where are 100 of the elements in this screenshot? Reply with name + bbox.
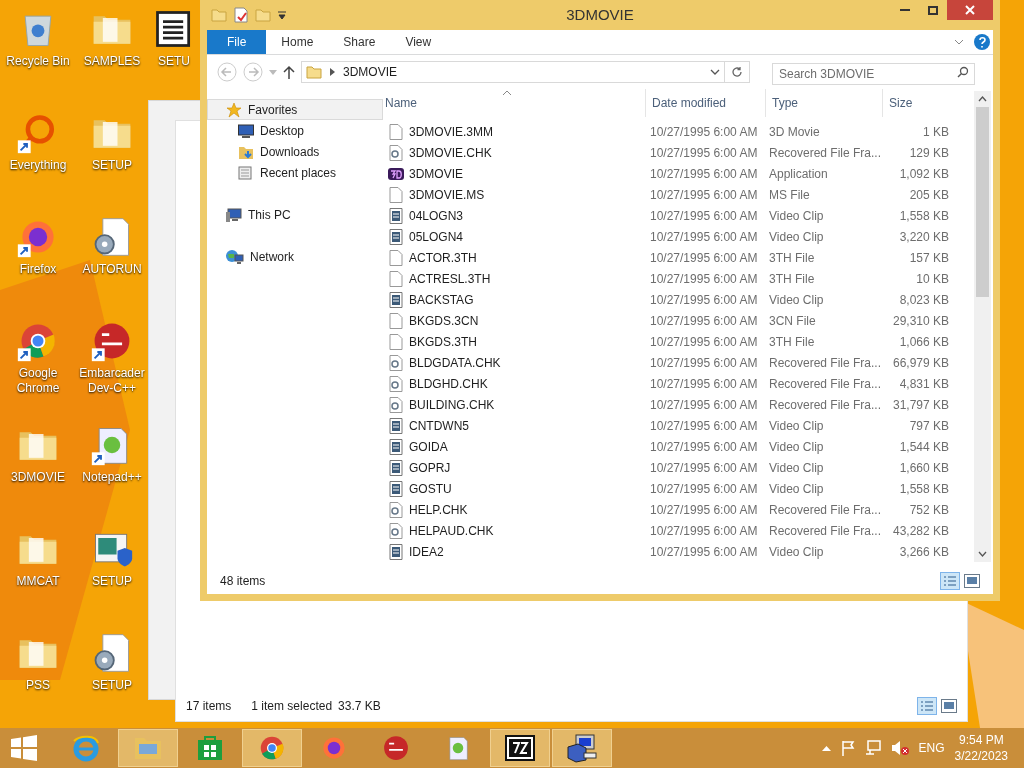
column-header[interactable]: Date modified	[646, 89, 766, 117]
file-type: 3D Movie	[768, 123, 821, 141]
search-icon[interactable]	[957, 66, 969, 78]
file-row[interactable]: HELPAUD.CHK 10/27/1995 6:00 AM Recovered File Fra... 43,282 KB	[383, 520, 993, 541]
file-row[interactable]: 3DMOVIE.3MM 10/27/1995 6:00 AM 3D Movie 1 KB	[383, 121, 993, 142]
tiles-view-icon[interactable]	[941, 699, 957, 713]
file-row[interactable]: CNTDWN5 10/27/1995 6:00 AM Video Clip 797 KB	[383, 415, 993, 436]
ribbon-tab[interactable]: View	[390, 30, 447, 54]
file-type: MS File	[768, 186, 811, 204]
file-type: 3TH File	[768, 249, 816, 267]
computer-icon	[226, 206, 242, 223]
up-arrow-icon[interactable]	[283, 65, 295, 79]
chevron-down-icon[interactable]	[710, 69, 720, 75]
file-row[interactable]: BKGDS.3CN 10/27/1995 6:00 AM 3CN File 29,310 KB	[383, 310, 993, 331]
date-modified: 10/27/1995 6:00 AM	[649, 543, 759, 561]
file-type: Video Clip	[768, 228, 825, 246]
nav-item[interactable]: Network	[207, 246, 383, 267]
tiles-view-icon[interactable]	[964, 574, 980, 588]
column-header[interactable]: Name	[385, 89, 646, 117]
windows-logo-icon	[11, 735, 37, 761]
speaker-muted-icon[interactable]	[890, 740, 909, 756]
status-text: 1 item selected	[251, 698, 333, 715]
star-icon	[226, 101, 242, 118]
nav-item[interactable]: This PC	[207, 204, 383, 225]
network-icon[interactable]	[864, 740, 881, 756]
file-size: 129 KB	[908, 144, 949, 162]
scrollbar-thumb[interactable]	[976, 107, 989, 297]
shopping-bag-icon	[196, 734, 224, 762]
address-bar[interactable]: 3DMOVIE	[301, 61, 725, 83]
file-gear-icon	[389, 522, 403, 539]
file-name: BKGDS.3CN	[409, 312, 479, 330]
breadcrumb-arrow-icon	[330, 68, 335, 76]
date-modified: 10/27/1995 6:00 AM	[649, 165, 759, 183]
close-button[interactable]	[947, 0, 993, 20]
network-globe-icon	[226, 248, 244, 265]
file-type: Video Clip	[768, 459, 825, 477]
refresh-button[interactable]	[724, 61, 750, 83]
file-size: 1,660 KB	[898, 459, 949, 477]
file-row[interactable]: BACKSTAG 10/27/1995 6:00 AM Video Clip 8,023 KB	[383, 289, 993, 310]
ribbon-tab[interactable]: Home	[266, 30, 329, 54]
nav-item[interactable]: Desktop	[207, 120, 383, 141]
chevron-down-icon[interactable]	[954, 39, 964, 45]
nav-item[interactable]: Downloads	[207, 141, 383, 162]
file-row[interactable]: GOSTU 10/27/1995 6:00 AM Video Clip 1,558 KB	[383, 478, 993, 499]
file-type: Recovered File Fra...	[768, 375, 881, 393]
file-size: 66,979 KB	[891, 354, 949, 372]
details-view-icon[interactable]	[917, 697, 937, 715]
date-modified: 10/27/1995 6:00 AM	[649, 291, 759, 309]
column-header[interactable]: Size	[883, 89, 960, 117]
file-name: ACTRESL.3TH	[409, 270, 491, 288]
file-icon	[389, 270, 403, 287]
file-size: 1 KB	[922, 123, 949, 141]
file-row[interactable]: GOIDA 10/27/1995 6:00 AM Video Clip 1,544 KB	[383, 436, 993, 457]
file-row[interactable]: HELP.CHK 10/27/1995 6:00 AM Recovered File Fra... 752 KB	[383, 499, 993, 520]
nav-item[interactable]: Recent places	[207, 162, 383, 183]
folder-icon	[306, 65, 322, 79]
file-row[interactable]: BKGDS.3TH 10/27/1995 6:00 AM 3TH File 1,066 KB	[383, 331, 993, 352]
file-size: 3,220 KB	[898, 228, 949, 246]
address-path[interactable]: 3DMOVIE	[343, 63, 397, 81]
file-row[interactable]: BLDGHD.CHK 10/27/1995 6:00 AM Recovered File Fra... 4,831 KB	[383, 373, 993, 394]
date-modified: 10/27/1995 6:00 AM	[649, 354, 759, 372]
column-header[interactable]: Type	[766, 89, 883, 117]
file-row[interactable]: 04LOGN3 10/27/1995 6:00 AM Video Clip 1,558 KB	[383, 205, 993, 226]
file-name: BLDGDATA.CHK	[409, 354, 501, 372]
tray-caret-icon[interactable]	[821, 745, 831, 751]
status-text: 48 items	[220, 573, 266, 590]
file-row[interactable]: BUILDING.CHK 10/27/1995 6:00 AM Recovered File Fra... 31,797 KB	[383, 394, 993, 415]
date-modified: 10/27/1995 6:00 AM	[649, 501, 759, 519]
taskbar-app[interactable]	[490, 729, 550, 767]
nav-item[interactable]: Favorites	[207, 99, 383, 120]
file-row[interactable]: 3DMOVIE.MS 10/27/1995 6:00 AM MS File 205 KB	[383, 184, 993, 205]
date-modified: 10/27/1995 6:00 AM	[649, 438, 759, 456]
date-modified: 10/27/1995 6:00 AM	[649, 333, 759, 351]
details-view-icon[interactable]	[940, 572, 960, 590]
properties-icon[interactable]	[233, 7, 249, 23]
date-modified: 10/27/1995 6:00 AM	[649, 228, 759, 246]
help-icon[interactable]	[974, 34, 990, 50]
file-row[interactable]: IDEA2 10/27/1995 6:00 AM Video Clip 3,266 KB	[383, 541, 993, 562]
taskbar-app[interactable]	[552, 729, 612, 767]
maximize-icon	[928, 5, 938, 15]
file-row[interactable]: 05LOGN4 10/27/1995 6:00 AM Video Clip 3,220 KB	[383, 226, 993, 247]
scrollbar[interactable]	[974, 91, 991, 562]
file-row[interactable]: GOPRJ 10/27/1995 6:00 AM Video Clip 1,660 KB	[383, 457, 993, 478]
file-row[interactable]: 3DMOVIE.CHK 10/27/1995 6:00 AM Recovered File Fra... 129 KB	[383, 142, 993, 163]
file-type: Recovered File Fra...	[768, 144, 881, 162]
file-row[interactable]: BLDGDATA.CHK 10/27/1995 6:00 AM Recovered File Fra... 66,979 KB	[383, 352, 993, 373]
status-text: 33.7 KB	[338, 698, 381, 715]
flag-icon[interactable]	[840, 740, 855, 756]
file-row[interactable]: 3DMOVIE 10/27/1995 6:00 AM Application 1,092 KB	[383, 163, 993, 184]
dropdown-icon[interactable]	[277, 10, 287, 20]
date-modified: 10/27/1995 6:00 AM	[649, 522, 759, 540]
file-name: GOSTU	[409, 480, 452, 498]
file-name: GOPRJ	[409, 459, 451, 477]
file-size: 797 KB	[908, 417, 949, 435]
search-field[interactable]: Search 3DMOVIE	[772, 63, 975, 85]
file-icon	[389, 333, 403, 350]
ribbon-tab[interactable]: Share	[328, 30, 391, 54]
file-row[interactable]: ACTOR.3TH 10/27/1995 6:00 AM 3TH File 157 KB	[383, 247, 993, 268]
file-row[interactable]: ACTRESL.3TH 10/27/1995 6:00 AM 3TH File 10 KB	[383, 268, 993, 289]
file-tab[interactable]: File	[207, 30, 267, 54]
